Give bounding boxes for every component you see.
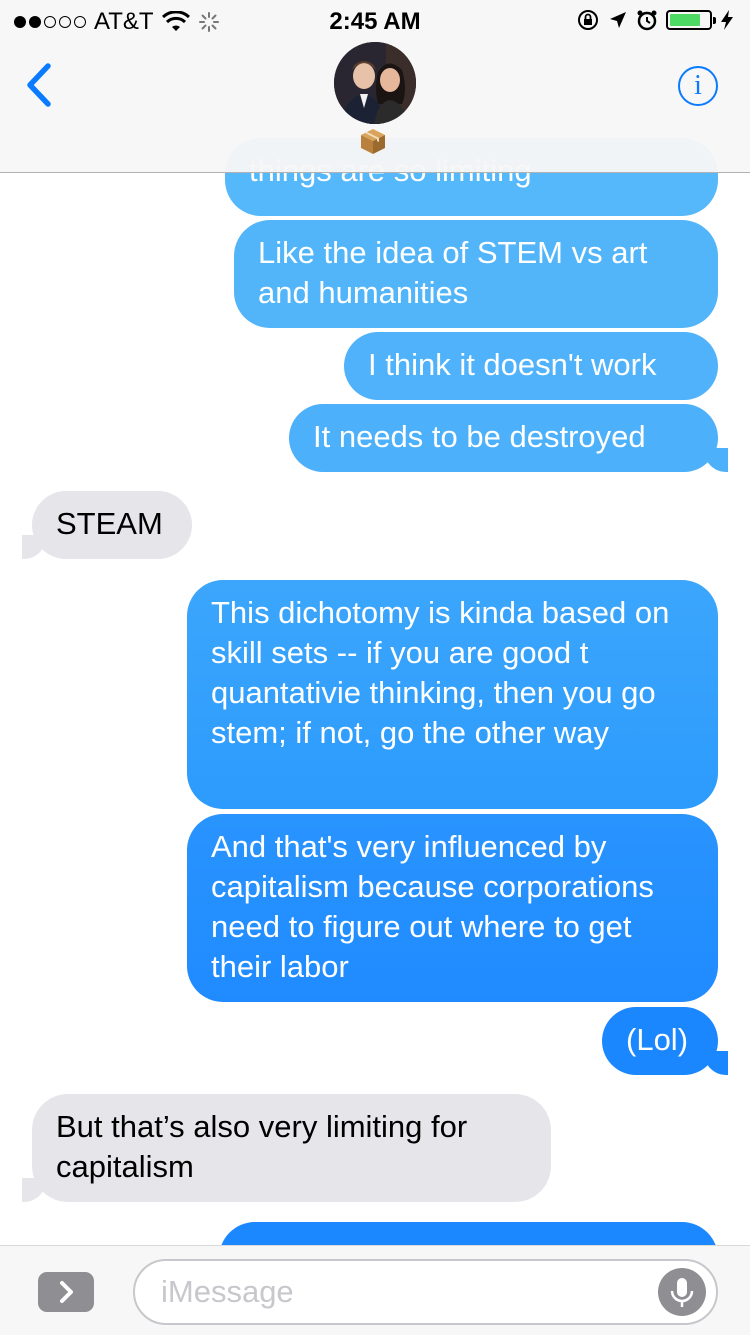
compose-bar: iMessage (0, 1245, 750, 1335)
message-bubble-incoming[interactable]: STEAM (22, 491, 192, 559)
message-text: I think it doesn't work (368, 347, 657, 382)
imessage-placeholder: iMessage (161, 1274, 294, 1309)
message-bubble-outgoing[interactable]: I think it doesn't work (344, 332, 718, 400)
message-bubble-outgoing[interactable]: (Lol) (602, 1007, 728, 1075)
imessage-input[interactable]: iMessage (133, 1259, 718, 1325)
alarm-clock-icon (637, 10, 657, 31)
chevron-right-icon (60, 1281, 73, 1303)
message-bubble-outgoing[interactable] (219, 1222, 718, 1245)
microphone-button[interactable] (658, 1268, 706, 1316)
message-bubble-incoming[interactable]: But that’s also very limiting for capita… (22, 1094, 551, 1202)
message-bubble-outgoing[interactable]: Like the idea of STEM vs art and humanit… (234, 220, 718, 328)
contact-info-button[interactable]: i (678, 66, 718, 106)
message-text: And that's very influenced by capitalism… (211, 829, 654, 984)
message-text: It needs to be destroyed (313, 419, 646, 454)
rotation-lock-icon (578, 10, 598, 30)
status-right-group (576, 8, 734, 32)
message-bubble-outgoing[interactable]: It needs to be destroyed (289, 404, 728, 472)
message-text: (Lol) (626, 1022, 689, 1057)
back-chevron-icon[interactable] (20, 60, 60, 110)
battery-icon (666, 10, 716, 30)
message-bubble-outgoing[interactable]: And that's very influenced by capitalism… (187, 814, 718, 1002)
message-text: But that’s also very limiting for capita… (56, 1109, 468, 1184)
message-text: Like the idea of STEM vs art and humanit… (258, 235, 648, 310)
message-text: This dichotomy is kinda based on skill s… (211, 595, 670, 750)
microphone-icon (670, 1278, 694, 1307)
package-sticker-icon (361, 129, 385, 154)
contact-avatar[interactable] (334, 42, 416, 124)
message-bubble-outgoing[interactable]: This dichotomy is kinda based on skill s… (187, 580, 718, 809)
charging-bolt-icon (721, 10, 733, 30)
location-arrow-icon (610, 12, 626, 28)
status-bar: AT&T 2:45 AM (0, 0, 750, 40)
message-text: STEAM (56, 506, 163, 541)
app-drawer-button[interactable] (38, 1272, 94, 1312)
message-thread[interactable]: things are so limiting Like the idea of … (0, 0, 750, 1245)
